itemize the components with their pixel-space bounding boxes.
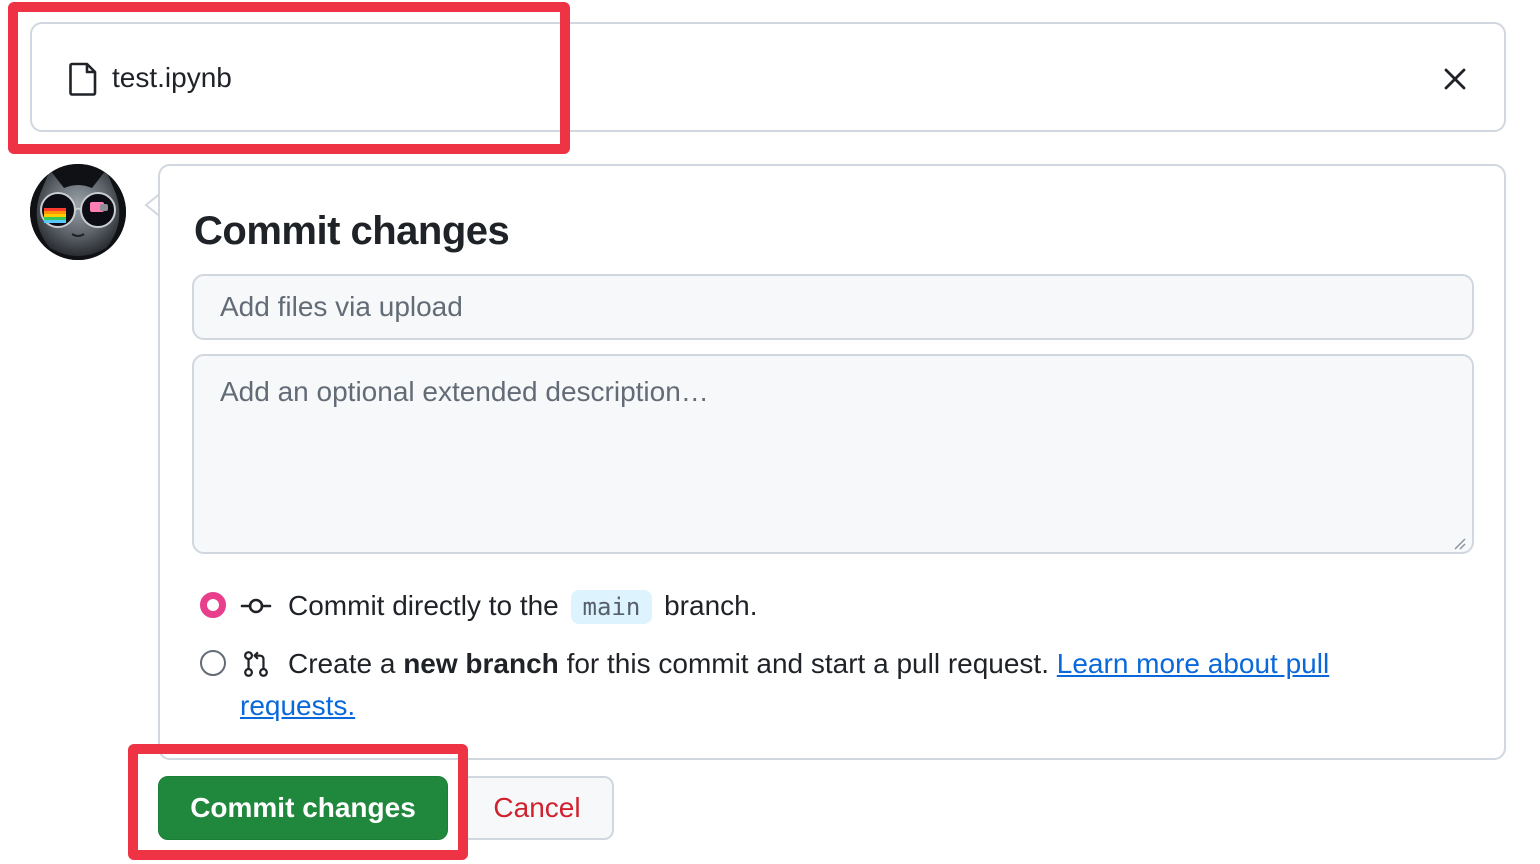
learn-more-link[interactable]: Learn more about pull [1057, 648, 1329, 679]
new-branch-bold: new branch [403, 648, 559, 679]
commit-page: test.ipynb Commit changes Add files via … [0, 0, 1540, 864]
new-branch-label: Create a new branch for this commit and … [240, 644, 1408, 726]
file-name: test.ipynb [112, 62, 232, 93]
learn-more-link-cont[interactable]: requests. [240, 686, 1408, 726]
file-row: test.ipynb [30, 22, 1506, 132]
commit-directly-text: Commit directly to the [288, 590, 559, 621]
new-branch-radio[interactable] [200, 650, 226, 676]
commit-form: Commit changes Commit directly to the ma… [158, 164, 1506, 760]
file-icon [69, 62, 97, 96]
avatar[interactable] [30, 164, 126, 260]
commit-directly-radio[interactable] [200, 592, 226, 618]
commit-changes-button[interactable]: Commit changes [158, 776, 448, 840]
commit-summary-input[interactable] [192, 274, 1474, 340]
avatar-image [30, 164, 126, 260]
close-icon[interactable] [1442, 66, 1468, 92]
commit-description-input[interactable] [192, 354, 1474, 554]
commit-directly-suffix: branch. [664, 590, 758, 621]
resize-grip-icon[interactable] [1452, 536, 1466, 550]
cancel-button[interactable]: Cancel [460, 776, 614, 840]
git-commit-icon [240, 598, 272, 614]
branch-name: main [570, 590, 653, 624]
new-branch-text: Create a [288, 648, 396, 679]
new-branch-suffix: for this commit and start a pull request… [566, 648, 1049, 679]
commit-directly-label: Commit directly to the main branch. [288, 586, 758, 627]
git-pull-request-icon [244, 651, 268, 677]
commit-title: Commit changes [194, 209, 510, 253]
